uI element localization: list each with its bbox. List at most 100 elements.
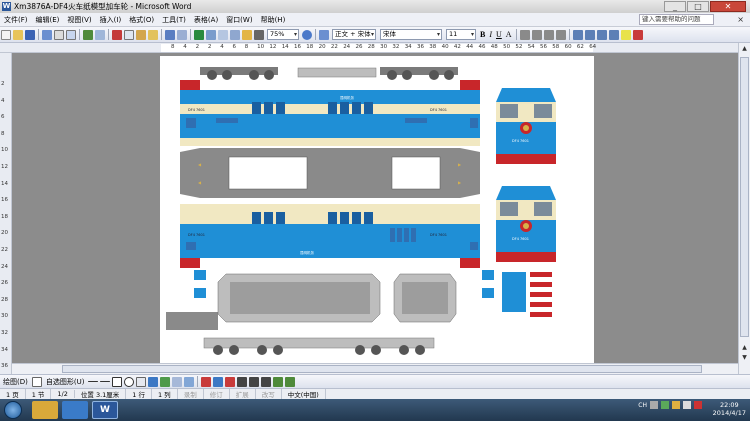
select-objects-icon[interactable] [31,376,42,387]
align-left-icon[interactable] [519,29,530,40]
language-indicator[interactable]: CH [638,402,647,409]
textbox-icon[interactable] [136,376,147,387]
print-icon[interactable] [54,29,64,40]
document-page[interactable]: DF4 7601 DF4 7601 昆明机务 ◀ ◀ ▶ ▶ DF4 7601 … [160,56,594,363]
insert-table-icon[interactable] [218,29,228,40]
save-icon[interactable] [25,29,35,40]
diagram-icon[interactable] [160,376,171,387]
underline-button[interactable]: U [494,30,504,39]
tables-icon[interactable] [206,29,216,40]
show-hide-icon[interactable] [254,29,264,40]
vertical-scrollbar[interactable]: ▲ ▲ ▼ [738,43,750,374]
status-ovr[interactable]: 改写 [256,389,282,399]
3d-icon[interactable] [285,376,296,387]
numbering-icon[interactable] [572,29,583,40]
media-taskbar-icon[interactable] [62,401,88,419]
prev-page-icon[interactable]: ▲ [740,343,749,352]
highlight-icon[interactable] [620,29,631,40]
word-taskbar-button[interactable]: W [92,401,118,419]
wordart-icon[interactable] [148,376,159,387]
help-search-input[interactable]: 键入需要帮助的问题 [639,14,714,25]
oval-icon[interactable] [124,376,135,387]
drawing-icon[interactable] [242,29,252,40]
open-icon[interactable] [13,29,23,40]
indent-icon[interactable] [596,29,607,40]
spelling-icon[interactable] [83,29,93,40]
explorer-taskbar-icon[interactable] [32,401,58,419]
font-select[interactable]: 宋体 [380,29,442,40]
close-button[interactable]: ✕ [710,1,746,12]
scroll-up-icon[interactable]: ▲ [740,44,749,53]
horizontal-ruler[interactable]: 8 4 2 2 4 6 8 10 12 14 16 18 20 22 24 26 28 30 32 34 36 38 40 4… [0,43,750,53]
menu-insert[interactable]: 插入(I) [96,15,126,25]
maximize-button[interactable]: □ [687,1,709,12]
vertical-ruler[interactable]: 2 4 6 8 10 12 14 16 18 20 22 24 26 28 30 32 34 36 [0,53,12,374]
zoom-select[interactable]: 75% [267,29,299,40]
status-rec[interactable]: 录制 [178,389,204,399]
research-icon[interactable] [95,29,105,40]
dash-style-icon[interactable] [249,376,260,387]
line-icon[interactable] [88,381,99,382]
line-color-icon[interactable] [213,376,224,387]
font-color-icon[interactable] [632,29,643,40]
next-page-icon[interactable]: ▼ [740,353,749,362]
autoshapes-menu[interactable]: 自选图形(U) [43,377,88,387]
arrow-style-icon[interactable] [261,376,272,387]
copy-icon[interactable] [124,29,134,40]
menu-view[interactable]: 视图(V) [63,15,95,25]
picture-icon[interactable] [184,376,195,387]
menu-window[interactable]: 窗口(W) [222,15,256,25]
status-ext[interactable]: 扩展 [230,389,256,399]
font-char-button[interactable]: A [504,30,514,39]
security-icon[interactable] [661,401,669,409]
cut-icon[interactable] [112,29,122,40]
menu-format[interactable]: 格式(O) [125,15,158,25]
network-icon[interactable] [683,401,691,409]
draw-menu[interactable]: 绘图(D) [0,377,31,387]
align-right-icon[interactable] [543,29,554,40]
hyperlink-icon[interactable] [194,29,204,40]
minimize-button[interactable]: _ [664,1,686,12]
redo-icon[interactable] [177,29,187,40]
horizontal-scrollbar[interactable] [12,363,738,374]
new-doc-icon[interactable] [1,29,11,40]
line-style-icon[interactable] [237,376,248,387]
keyboard-icon[interactable] [650,401,658,409]
style-select[interactable]: 正文 + 宋体 [332,29,376,40]
help-icon[interactable] [302,29,312,40]
bullets-icon[interactable] [584,29,595,40]
h-scroll-thumb[interactable] [62,365,702,373]
font-size-select[interactable]: 11 [446,29,476,40]
paste-icon[interactable] [136,29,146,40]
align-center-icon[interactable] [531,29,542,40]
undo-icon[interactable] [165,29,175,40]
print-preview-icon[interactable] [66,29,76,40]
justify-icon[interactable] [555,29,566,40]
arrow-icon[interactable] [100,381,111,382]
bold-button[interactable]: B [478,30,487,39]
menu-help[interactable]: 帮助(H) [257,15,290,25]
format-painter-icon[interactable] [148,29,158,40]
columns-icon[interactable] [230,29,240,40]
status-trk[interactable]: 修订 [204,389,230,399]
close-document-icon[interactable]: × [737,15,744,24]
menu-file[interactable]: 文件(F) [0,15,32,25]
shadow-icon[interactable] [273,376,284,387]
start-button[interactable] [4,401,22,419]
drawing-toolbar: 绘图(D) 自选图形(U) [0,374,750,388]
rectangle-icon[interactable] [112,376,123,387]
scroll-thumb[interactable] [740,57,749,337]
styles-icon[interactable] [319,29,329,40]
menu-tools[interactable]: 工具(T) [158,15,190,25]
menu-table[interactable]: 表格(A) [190,15,222,25]
volume-icon[interactable] [694,401,702,409]
draw-font-color-icon[interactable] [225,376,236,387]
update-icon[interactable] [672,401,680,409]
outdent-icon[interactable] [608,29,619,40]
clipart-icon[interactable] [172,376,183,387]
fill-color-icon[interactable] [201,376,212,387]
permission-icon[interactable] [42,29,52,40]
clock[interactable]: 22:09 2014/4/17 [713,401,746,417]
italic-button[interactable]: I [487,30,494,39]
menu-edit[interactable]: 编辑(E) [32,15,64,25]
